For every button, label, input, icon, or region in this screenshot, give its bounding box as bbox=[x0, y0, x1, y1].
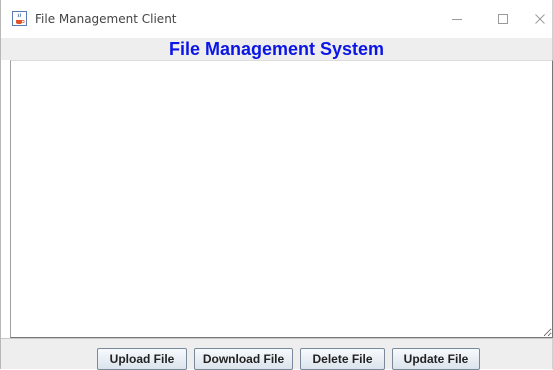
upload-file-button[interactable]: Upload File bbox=[97, 348, 187, 370]
button-bar: Upload File Download File Delete File Up… bbox=[1, 338, 552, 370]
close-button[interactable] bbox=[526, 0, 553, 38]
window-title: File Management Client bbox=[35, 12, 177, 26]
title-bar[interactable]: File Management Client bbox=[1, 0, 552, 38]
minimize-button[interactable] bbox=[434, 0, 480, 38]
app-window: File Management Client File Management S… bbox=[0, 0, 553, 370]
java-app-icon bbox=[12, 11, 27, 26]
page-title: File Management System bbox=[168, 39, 385, 59]
file-content-area[interactable] bbox=[10, 60, 553, 338]
download-file-button[interactable]: Download File bbox=[194, 348, 293, 370]
maximize-button[interactable] bbox=[480, 0, 526, 38]
minimize-icon bbox=[452, 19, 462, 20]
maximize-icon bbox=[498, 14, 508, 24]
update-file-button[interactable]: Update File bbox=[392, 348, 480, 370]
close-icon bbox=[535, 14, 545, 24]
delete-file-button[interactable]: Delete File bbox=[300, 348, 385, 370]
